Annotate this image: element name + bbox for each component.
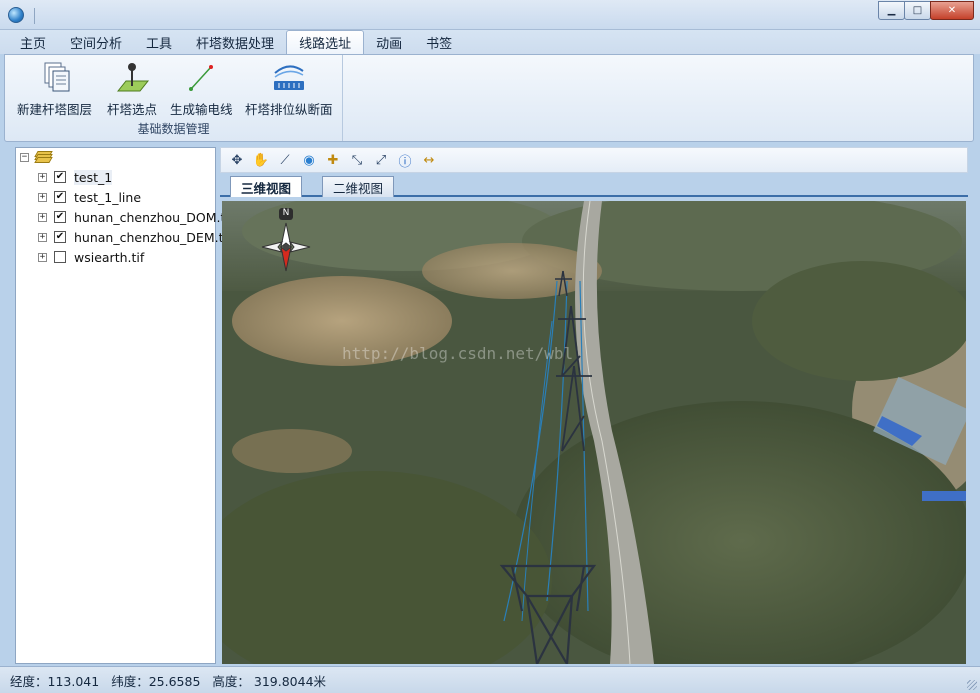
expand-toggle[interactable]: + [38, 212, 47, 222]
latitude-readout: 纬度：25.6585 [111, 673, 201, 689]
watermark-text: http://blog.csdn.net/wbl [342, 344, 573, 363]
terrain-scene: http://blog.csdn.net/wbl [222, 201, 966, 664]
tab-home[interactable]: 主页 [8, 30, 58, 54]
tree-root: − [20, 151, 53, 164]
tab-spatial-analysis[interactable]: 空间分析 [58, 30, 134, 54]
generate-line-button[interactable]: 生成输电线 [170, 59, 233, 118]
pan-arrows-icon[interactable]: ✥ [225, 150, 249, 170]
layer-name[interactable]: wsiearth.tif [74, 250, 144, 265]
tab-route-selection[interactable]: 线路选址 [286, 30, 365, 54]
compass-north-label: N [282, 208, 290, 218]
title-bar: ▁ □ ✕ [0, 0, 980, 30]
tab-bookmarks[interactable]: 书签 [414, 30, 464, 54]
window-controls: ▁ □ ✕ [878, 1, 974, 20]
map-toolbar: ✥ ✋ ⟋ ◉ ✚ ⤡ ⤢ ⓘ ↔ [220, 147, 968, 173]
longitude-readout: 经度：113.041 [10, 673, 100, 689]
expand-toggle[interactable]: + [38, 192, 47, 202]
layer-checkbox[interactable]: ✔ [54, 191, 66, 203]
view-tabs: 三维视图 二维视图 [220, 175, 968, 197]
globe-icon[interactable]: ◉ [297, 150, 321, 170]
pick-point-icon [114, 59, 150, 95]
expand-toggle[interactable]: + [38, 172, 47, 182]
layer-checkbox[interactable]: ✔ [54, 231, 66, 243]
ribbon-tabs: 主页 空间分析 工具 杆塔数据处理 线路选址 动画 书签 [0, 30, 980, 54]
layer-name[interactable]: hunan_chenzhou_DOM.tif [74, 210, 233, 225]
title-separator [34, 8, 35, 24]
layer-name[interactable]: test_1 [74, 169, 113, 185]
tab-2d-view[interactable]: 二维视图 [322, 176, 395, 197]
layers-icon [34, 151, 53, 164]
tab-3d-view[interactable]: 三维视图 [230, 176, 303, 197]
tree-item-dom[interactable]: + ✔ hunan_chenzhou_DOM.tif [38, 208, 233, 226]
expand-toggle[interactable]: + [38, 232, 47, 242]
app-globe-icon[interactable] [8, 7, 24, 23]
status-bar: 经度：113.041 纬度：25.6585 高度： 319.8044米 [0, 666, 980, 693]
tower-pick-point-button[interactable]: 杆塔选点 [107, 59, 157, 118]
zoom-in-icon[interactable]: ⤡ [345, 150, 369, 170]
ribbon-group-basic-data: 新建杆塔图层 杆塔选点 生成输电线 杆塔排位纵断面 基础数据管理 [5, 55, 343, 141]
profile-icon [271, 59, 307, 95]
new-tower-layer-button[interactable]: 新建杆塔图层 [17, 59, 92, 118]
generate-line-label: 生成输电线 [170, 102, 233, 117]
ribbon-group-label: 基础数据管理 [137, 122, 210, 136]
layer-tree: − + ✔ test_1 + ✔ test_1_line + ✔ hunan_c… [15, 147, 233, 664]
minimize-button[interactable]: ▁ [878, 1, 905, 20]
tower-pick-point-label: 杆塔选点 [107, 102, 158, 117]
map-3d-view[interactable]: http://blog.csdn.net/wbl N [222, 201, 966, 664]
layer-checkbox[interactable]: ✔ [54, 171, 66, 183]
tab-animation[interactable]: 动画 [364, 30, 414, 54]
info-icon[interactable]: ⓘ [393, 150, 417, 170]
line-icon [183, 59, 219, 95]
expand-toggle[interactable]: + [38, 252, 47, 262]
full-extent-icon[interactable]: ✚ [321, 150, 345, 170]
zoom-out-icon[interactable]: ⤢ [369, 150, 393, 170]
resize-grip-icon[interactable] [967, 680, 977, 690]
maximize-button[interactable]: □ [904, 1, 931, 20]
measure-icon[interactable]: ⟋ [273, 150, 297, 170]
tree-item-test-1-line[interactable]: + ✔ test_1_line [38, 188, 141, 206]
tree-item-test-1[interactable]: + ✔ test_1 [38, 168, 113, 186]
distance-icon[interactable]: ↔ [417, 150, 441, 170]
layer-checkbox[interactable]: ✔ [54, 211, 66, 223]
layer-name[interactable]: hunan_chenzhou_DEM.tif [74, 230, 231, 245]
tab-tower-data[interactable]: 杆塔数据处理 [184, 30, 286, 54]
hand-icon[interactable]: ✋ [249, 150, 273, 170]
layer-name[interactable]: test_1_line [74, 190, 141, 205]
close-button[interactable]: ✕ [930, 1, 974, 20]
tower-profile-button[interactable]: 杆塔排位纵断面 [245, 59, 333, 118]
new-layer-icon [37, 59, 73, 95]
tower-profile-label: 杆塔排位纵断面 [245, 102, 333, 117]
altitude-readout: 高度： 319.8044米 [212, 673, 327, 689]
ribbon-panel: 新建杆塔图层 杆塔选点 生成输电线 杆塔排位纵断面 基础数据管理 [4, 54, 974, 142]
layer-checkbox[interactable] [54, 251, 66, 263]
new-tower-layer-label: 新建杆塔图层 [17, 102, 93, 117]
tree-item-wsiearth[interactable]: + wsiearth.tif [38, 248, 144, 266]
collapse-root-toggle[interactable]: − [20, 153, 29, 162]
tree-item-dem[interactable]: + ✔ hunan_chenzhou_DEM.tif [38, 228, 231, 246]
tab-tools[interactable]: 工具 [134, 30, 184, 54]
